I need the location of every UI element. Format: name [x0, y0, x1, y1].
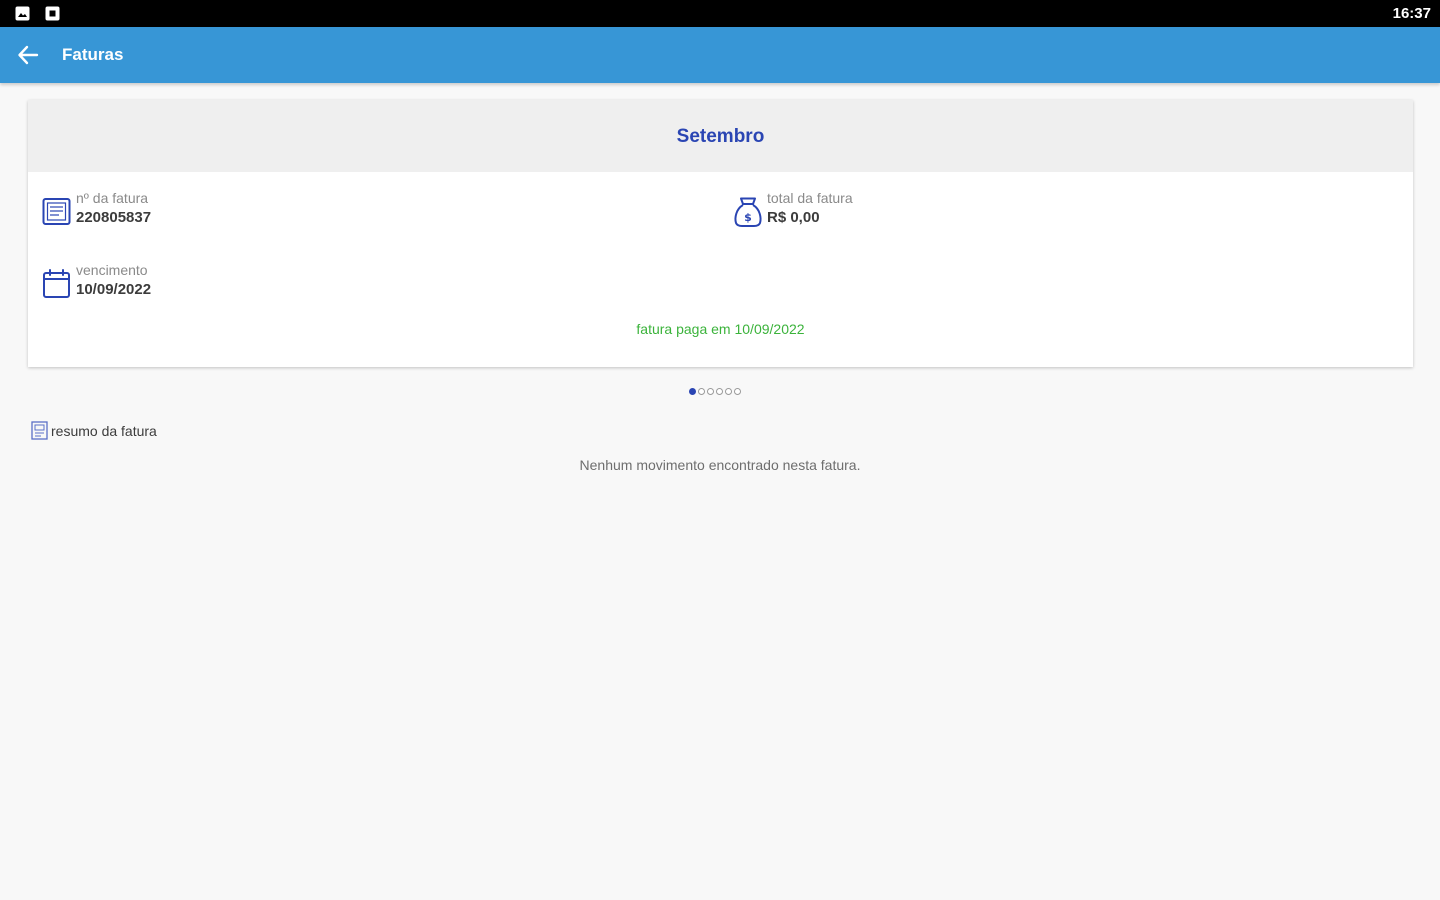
- arrow-left-icon: [18, 45, 39, 65]
- page-title: Faturas: [62, 45, 124, 64]
- invoice-due-label: vencimento: [76, 262, 148, 278]
- invoice-number-label: nº da fatura: [76, 190, 149, 206]
- money-bag-icon: $: [734, 197, 762, 227]
- invoice-paid-message: fatura paga em 10/09/2022: [636, 321, 805, 337]
- pager-dot[interactable]: [716, 388, 723, 395]
- pager-dot[interactable]: [689, 388, 696, 395]
- app-notification-icon: [45, 6, 60, 21]
- invoice-number-value: 220805837: [76, 209, 152, 226]
- invoice-summary-link[interactable]: resumo da fatura: [31, 421, 157, 440]
- calendar-icon: [43, 269, 70, 298]
- invoice-due-value: 10/09/2022: [76, 281, 152, 298]
- invoice-document-icon: [42, 198, 71, 225]
- empty-movements-message: Nenhum movimento encontrado nesta fatura…: [579, 457, 861, 473]
- pager-dot[interactable]: [707, 388, 714, 395]
- invoice-summary-label: resumo da fatura: [51, 422, 157, 439]
- invoice-total-label: total da fatura: [767, 190, 853, 206]
- svg-text:$: $: [744, 211, 752, 224]
- invoice-month: Setembro: [676, 126, 765, 147]
- invoice-card[interactable]: Setembro nº da fatura 220805837 $ total …: [28, 100, 1413, 367]
- pager-dot[interactable]: [725, 388, 732, 395]
- app-bar: Faturas: [0, 27, 1440, 83]
- invoice-card-header: Setembro: [28, 100, 1413, 172]
- invoice-pager: [689, 388, 741, 395]
- pager-dot[interactable]: [698, 388, 705, 395]
- pager-dot[interactable]: [734, 388, 741, 395]
- status-time: 16:37: [1392, 5, 1431, 22]
- invoice-total-value: R$ 0,00: [767, 209, 820, 226]
- summary-document-icon: [31, 421, 48, 440]
- image-notification-icon: [15, 6, 30, 21]
- back-button[interactable]: [13, 40, 43, 70]
- status-bar: 16:37: [0, 0, 1440, 27]
